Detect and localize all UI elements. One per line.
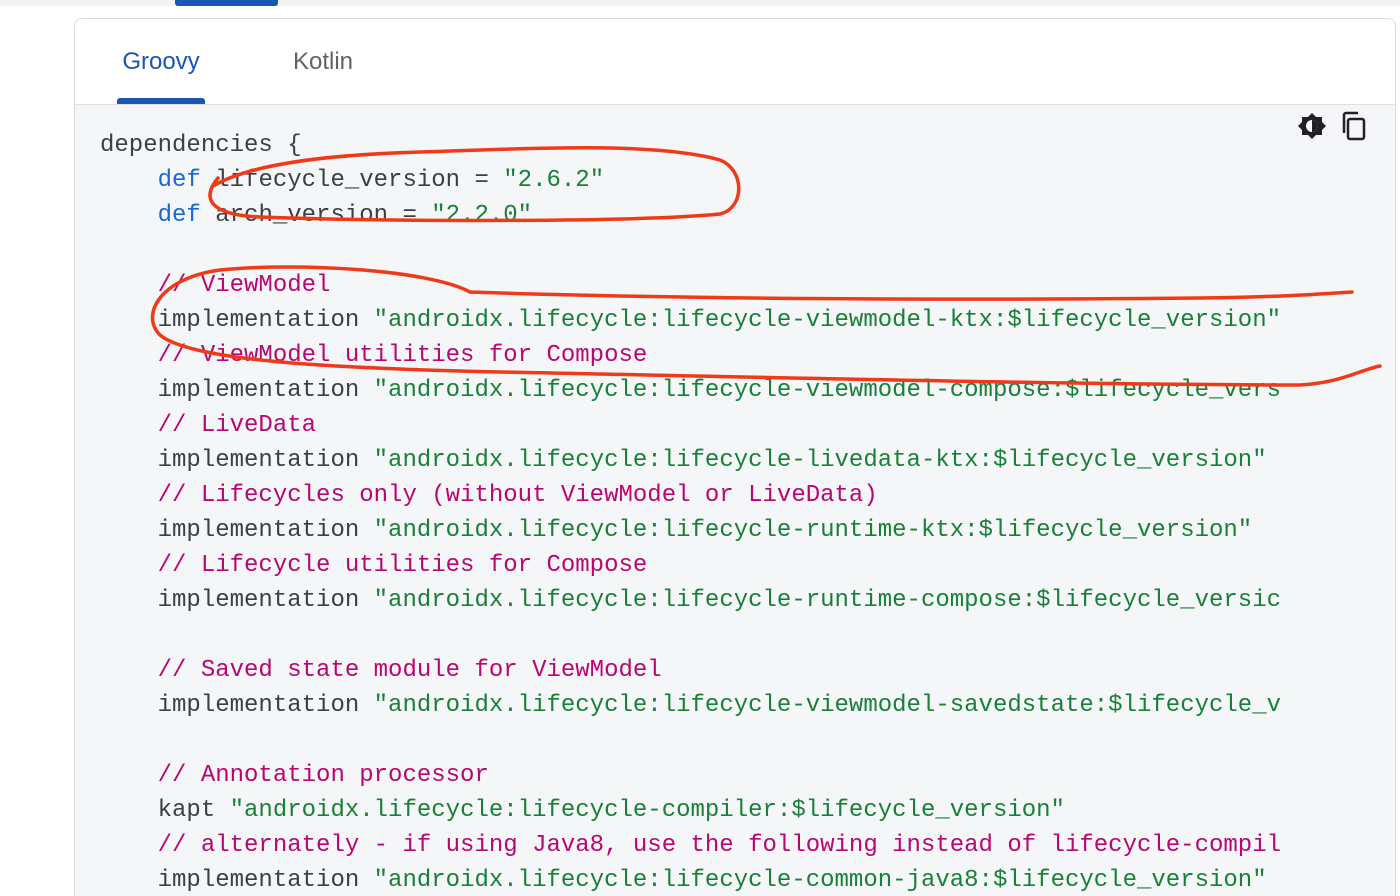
code-line: implementation "androidx.lifecycle:lifec…	[100, 303, 1281, 338]
copy-icon[interactable]	[1339, 111, 1369, 141]
code-text: implementation	[157, 692, 374, 719]
code-text: lifecycle_version =	[200, 167, 504, 194]
code-text: implementation	[157, 307, 374, 334]
code-line: // Saved state module for ViewModel	[100, 653, 1281, 688]
code-line: // ViewModel utilities for Compose	[100, 338, 1281, 373]
language-tabs: Groovy Kotlin	[75, 19, 1395, 105]
comment: // Lifecycle utilities for Compose	[157, 552, 648, 579]
tab-groovy[interactable]: Groovy	[117, 19, 205, 104]
string-literal: "androidx.lifecycle:lifecycle-livedata-k…	[373, 447, 1267, 474]
comment: // alternately - if using Java8, use the…	[157, 832, 1281, 859]
code-line: // Annotation processor	[100, 758, 1281, 793]
comment: // Annotation processor	[157, 762, 489, 789]
code-text: implementation	[157, 377, 374, 404]
code-text: implementation	[157, 867, 374, 894]
string-literal: "androidx.lifecycle:lifecycle-viewmodel-…	[373, 307, 1282, 334]
code-line: implementation "androidx.lifecycle:lifec…	[100, 443, 1281, 478]
string-literal: "androidx.lifecycle:lifecycle-viewmodel-…	[373, 692, 1282, 719]
code-line: def arch_version = "2.2.0"	[100, 198, 1281, 233]
string-literal: "androidx.lifecycle:lifecycle-compiler:$…	[229, 797, 1065, 824]
keyword: def	[157, 202, 201, 229]
comment: // Saved state module for ViewModel	[157, 657, 662, 684]
top-tab-indicator	[175, 0, 278, 6]
code-text: implementation	[157, 517, 374, 544]
page: Groovy Kotlin dependencies { def lifecyc…	[0, 0, 1400, 896]
code-text: arch_version =	[200, 202, 432, 229]
string-literal: "androidx.lifecycle:lifecycle-viewmodel-…	[373, 377, 1282, 404]
code-line: // Lifecycles only (without ViewModel or…	[100, 478, 1281, 513]
code-line: dependencies {	[100, 132, 302, 159]
code-line: implementation "androidx.lifecycle:lifec…	[100, 688, 1281, 723]
code-text: kapt	[157, 797, 230, 824]
code-line: // alternately - if using Java8, use the…	[100, 828, 1281, 863]
dark-light-theme-icon[interactable]	[1297, 111, 1327, 141]
code-text: implementation	[157, 587, 374, 614]
code-line: kapt "androidx.lifecycle:lifecycle-compi…	[100, 793, 1281, 828]
string-literal: "2.2.0"	[431, 202, 533, 229]
comment: // ViewModel utilities for Compose	[157, 342, 648, 369]
code-line: implementation "androidx.lifecycle:lifec…	[100, 513, 1281, 548]
string-literal: "androidx.lifecycle:lifecycle-runtime-kt…	[373, 517, 1253, 544]
code-line: // ViewModel	[100, 268, 1281, 303]
code-line: def lifecycle_version = "2.6.2"	[100, 163, 1281, 198]
gradle-code: dependencies { def lifecycle_version = "…	[100, 128, 1281, 896]
code-text: implementation	[157, 447, 374, 474]
code-line: implementation "androidx.lifecycle:lifec…	[100, 583, 1281, 618]
string-literal: "2.6.2"	[503, 167, 605, 194]
string-literal: "androidx.lifecycle:lifecycle-runtime-co…	[373, 587, 1282, 614]
comment: // LiveData	[157, 412, 317, 439]
comment: // Lifecycles only (without ViewModel or…	[157, 482, 878, 509]
string-literal: "androidx.lifecycle:lifecycle-common-jav…	[373, 867, 1267, 894]
active-tab-underline	[117, 98, 205, 104]
tab-kotlin[interactable]: Kotlin	[287, 19, 359, 104]
code-line: implementation "androidx.lifecycle:lifec…	[100, 373, 1281, 408]
code-line: // LiveData	[100, 408, 1281, 443]
keyword: def	[157, 167, 201, 194]
comment: // ViewModel	[157, 272, 331, 299]
code-line: implementation "androidx.lifecycle:lifec…	[100, 863, 1281, 896]
code-line: // Lifecycle utilities for Compose	[100, 548, 1281, 583]
